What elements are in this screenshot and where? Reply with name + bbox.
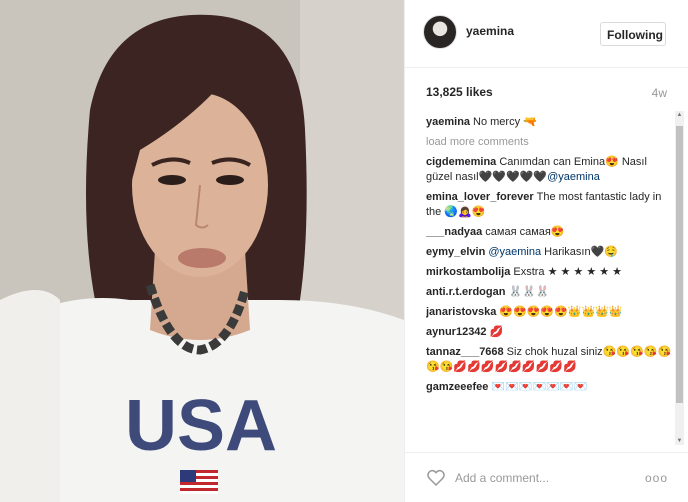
caption-username[interactable]: yaemina: [426, 116, 470, 128]
comment-text: 🐰🐰🐰: [508, 286, 550, 298]
comment-username[interactable]: gamzeeefee: [426, 381, 488, 393]
post-photo[interactable]: USA: [0, 0, 404, 502]
post-details-panel: yaemina Following 13,825 likes 4w yaemin…: [404, 0, 688, 502]
comment-item: cigdememina Canımdan can Emina😍 Nasıl güz…: [426, 155, 674, 185]
comment-username[interactable]: cigdememina: [426, 156, 496, 168]
avatar[interactable]: [423, 15, 457, 49]
comment-item: aynur12342 💋: [426, 325, 674, 340]
comment-mention[interactable]: @yaemina: [488, 246, 541, 258]
post-header: yaemina Following: [405, 0, 688, 68]
comments-scrollbar[interactable]: ▲ ▼: [675, 111, 684, 445]
post-photo-image: USA: [0, 0, 404, 502]
author-username[interactable]: yaemina: [466, 24, 514, 38]
comment-username[interactable]: ___nadyaa: [426, 226, 482, 238]
comment-username[interactable]: anti.r.t.erdogan: [426, 286, 505, 298]
comment-username[interactable]: eymy_elvin: [426, 246, 485, 258]
comment-item: eymy_elvin @yaemina Harikasın🖤🤤: [426, 245, 674, 260]
more-options-icon[interactable]: ooo: [645, 471, 668, 485]
comment-username[interactable]: emina_lover_forever: [426, 191, 534, 203]
comment-item: janaristovska 😍😍😍😍😍👑👑👑👑: [426, 305, 674, 320]
post-age[interactable]: 4w: [649, 86, 667, 100]
add-comment-input[interactable]: [453, 467, 637, 489]
scrollbar-thumb[interactable]: [676, 126, 683, 403]
comment-item: emina_lover_forever The most fantastic la…: [426, 190, 674, 220]
comment-text: Exstra ★ ★ ★ ★ ★ ★: [513, 266, 623, 278]
likes-count[interactable]: 13,825 likes: [426, 85, 493, 99]
comment-username[interactable]: mirkostambolija: [426, 266, 510, 278]
caption-text: No mercy 🔫: [473, 116, 537, 128]
comment-text: 💌💌💌💌💌💌💌: [491, 381, 588, 393]
comment-username[interactable]: aynur12342: [426, 326, 487, 338]
comment-username[interactable]: tannaz___7668: [426, 346, 504, 358]
comment-item: gamzeeefee 💌💌💌💌💌💌💌: [426, 380, 674, 395]
comment-text: самая самая😍: [485, 226, 565, 238]
comment-text: Harikasın🖤🤤: [541, 246, 618, 258]
comment-username[interactable]: janaristovska: [426, 306, 496, 318]
comment-mention[interactable]: @yaemina: [547, 171, 600, 183]
comment-footer: ooo: [405, 452, 688, 502]
comment-item: tannaz___7668 Siz chok huzal siniz😘😘😘😘😘😘😘…: [426, 345, 674, 375]
comment-item: anti.r.t.erdogan 🐰🐰🐰: [426, 285, 674, 300]
scroll-down-arrow-icon[interactable]: ▼: [676, 437, 683, 445]
comments-list: yaemina No mercy 🔫 load more comments cig…: [426, 115, 674, 445]
scroll-up-arrow-icon[interactable]: ▲: [676, 111, 683, 119]
comment-item: ___nadyaa самая самая😍: [426, 225, 674, 240]
following-button[interactable]: Following: [600, 22, 666, 46]
svg-text:USA: USA: [125, 386, 277, 466]
heart-icon[interactable]: [427, 469, 445, 486]
comment-item: mirkostambolija Exstra ★ ★ ★ ★ ★ ★: [426, 265, 674, 280]
load-more-comments-link[interactable]: load more comments: [426, 135, 674, 150]
caption: yaemina No mercy 🔫: [426, 115, 674, 130]
comment-text: 💋: [489, 326, 504, 338]
comment-text: 😍😍😍😍😍👑👑👑👑: [499, 306, 623, 318]
